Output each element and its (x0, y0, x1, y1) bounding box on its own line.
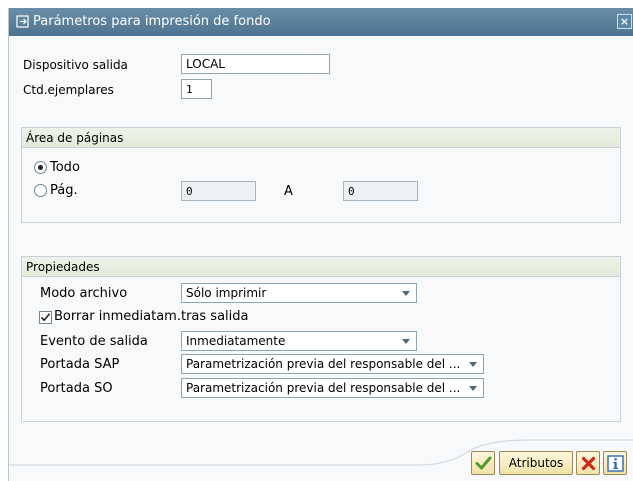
page-label: Pág. (50, 183, 78, 198)
chevron-down-icon (469, 362, 477, 367)
sap-cover-select[interactable]: Parametrización previa del responsable d… (181, 354, 484, 374)
attributes-button[interactable]: Atributos (499, 451, 573, 475)
checkmark-icon (475, 456, 492, 470)
from-page-input[interactable]: 0 (181, 181, 256, 201)
so-cover-label: Portada SO (40, 381, 113, 396)
chevron-down-icon (469, 386, 477, 391)
output-device-label: Dispositivo salida (23, 58, 128, 72)
info-icon (607, 455, 624, 472)
so-cover-value: Parametrización previa del responsable d… (186, 381, 461, 395)
chevron-down-icon (402, 291, 410, 296)
to-label: A (284, 184, 293, 199)
page-range-header: Área de páginas (22, 128, 620, 148)
page-range-heading: Área de páginas (26, 131, 124, 145)
cancel-button[interactable] (576, 451, 600, 475)
all-pages-radio[interactable] (34, 161, 47, 174)
page-range-group: Área de páginas Todo Pág. 0 A 0 (21, 127, 621, 223)
delete-after-output-checkbox[interactable] (39, 311, 52, 324)
output-event-label: Evento de salida (40, 334, 148, 349)
copies-label: Ctd.ejemplares (23, 83, 114, 97)
properties-header: Propiedades (22, 257, 620, 277)
dialog-titlebar: Parámetros para impresión de fondo × (9, 8, 633, 36)
properties-group: Propiedades Modo archivo Sólo imprimir B… (21, 256, 621, 422)
attributes-label: Atributos (508, 456, 564, 470)
all-pages-label: Todo (50, 160, 80, 175)
page-range-radio[interactable] (34, 184, 47, 197)
print-dialog-icon (16, 15, 29, 28)
so-cover-select[interactable]: Parametrización previa del responsable d… (181, 378, 484, 398)
output-event-select[interactable]: Inmediatamente (181, 331, 417, 351)
cross-icon (581, 456, 596, 471)
output-event-value: Inmediatamente (186, 334, 286, 348)
to-page-input[interactable]: 0 (343, 181, 418, 201)
properties-heading: Propiedades (26, 260, 100, 274)
delete-after-output-label: Borrar inmediatam.tras salida (54, 309, 249, 324)
sap-cover-label: Portada SAP (40, 357, 120, 372)
copies-input[interactable]: 1 (181, 79, 212, 99)
radio-selected-dot (38, 165, 43, 170)
info-button[interactable] (603, 451, 627, 475)
print-params-dialog: Parámetros para impresión de fondo × Dis… (8, 8, 633, 481)
sap-cover-value: Parametrización previa del responsable d… (186, 357, 461, 371)
archive-mode-label: Modo archivo (40, 286, 128, 301)
dialog-title: Parámetros para impresión de fondo (33, 14, 271, 29)
archive-mode-select[interactable]: Sólo imprimir (181, 283, 417, 303)
output-device-input[interactable]: LOCAL (181, 54, 330, 74)
checkmark-icon (40, 313, 51, 322)
chevron-down-icon (402, 339, 410, 344)
archive-mode-value: Sólo imprimir (186, 286, 267, 300)
close-button[interactable]: × (617, 14, 632, 29)
confirm-button[interactable] (471, 451, 495, 475)
